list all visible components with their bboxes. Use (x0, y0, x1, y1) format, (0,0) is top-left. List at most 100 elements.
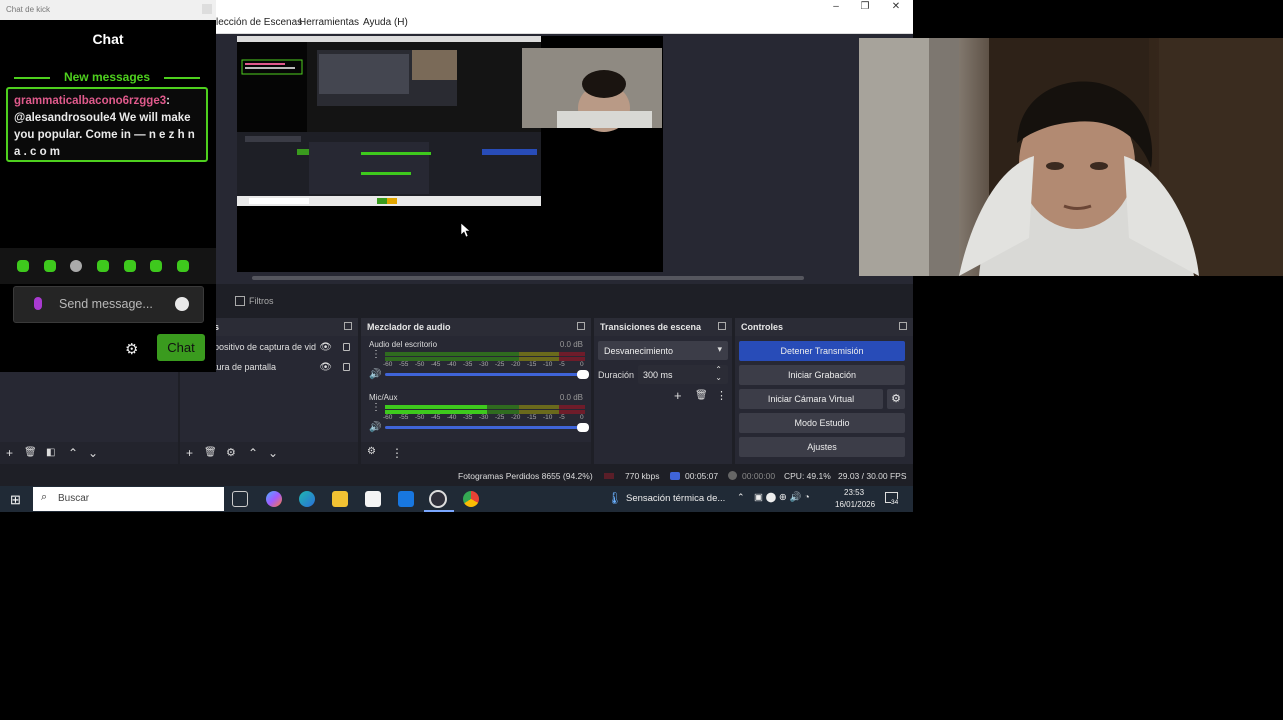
speaker-icon[interactable]: 🔊 (369, 422, 381, 433)
dock-float-icon[interactable] (899, 322, 907, 330)
weather-text[interactable]: Sensación térmica de... (626, 493, 725, 504)
preview-capture (237, 36, 662, 238)
studio-mode-button[interactable]: Modo Estudio (739, 413, 905, 433)
emote-icon[interactable] (150, 260, 162, 272)
move-down-icon[interactable]: ⌄ (88, 446, 98, 460)
dock-float-icon[interactable] (577, 322, 585, 330)
emoji-icon[interactable] (175, 297, 189, 311)
track-name: Audio del escritorio (369, 340, 438, 349)
clock-time[interactable]: 23:53 (844, 488, 864, 497)
remove-source-icon[interactable]: 🗑 (204, 447, 217, 458)
start-recording-button[interactable]: Iniciar Grabación (739, 365, 905, 385)
virtual-camera-gear-icon[interactable]: ⚙ (887, 389, 905, 409)
minimize-button[interactable]: – (822, 0, 850, 14)
emote-bar (0, 248, 216, 284)
add-scene-icon[interactable]: + (6, 446, 13, 460)
tick-label: -20 (511, 414, 521, 421)
menu-scene-collection[interactable]: lección de Escenas (216, 17, 302, 28)
filters-button[interactable]: Filtros (249, 296, 274, 306)
chevron-up-icon[interactable]: ⌃ (737, 492, 745, 503)
chat-settings-gear-icon[interactable]: ⚙ (125, 340, 138, 358)
edge-icon[interactable] (299, 491, 315, 507)
settings-button[interactable]: Ajustes (739, 437, 905, 457)
track-menu-icon[interactable]: ⋮ (371, 349, 381, 360)
move-up-icon[interactable]: ⌃ (248, 446, 258, 460)
move-down-icon[interactable]: ⌄ (268, 446, 278, 460)
track-menu-icon[interactable]: ⋮ (371, 402, 381, 413)
tick-label: 0 (580, 414, 584, 421)
tick-label: -20 (511, 361, 521, 368)
eye-icon[interactable]: 👁 (319, 362, 332, 373)
tick-label: -45 (431, 361, 441, 368)
duration-spinbox[interactable]: 300 ms ⌃ ⌄ (638, 365, 728, 384)
clock-date[interactable]: 16/01/2026 (835, 500, 875, 509)
copilot-icon[interactable] (266, 491, 282, 507)
message-username[interactable]: grammaticalbacono6rzgge3 (14, 95, 166, 107)
volume-slider[interactable] (385, 370, 589, 379)
tick-label: -50 (415, 414, 425, 421)
transition-menu-icon[interactable]: ⋮ (716, 389, 727, 402)
close-button[interactable]: ✕ (882, 0, 910, 14)
chrome-icon[interactable] (463, 491, 479, 507)
add-source-icon[interactable]: + (186, 446, 193, 460)
stop-streaming-button[interactable]: Detener Transmisión (739, 341, 905, 361)
transition-select[interactable]: Desvanecimiento ▾ (598, 341, 728, 360)
microphone-icon[interactable] (34, 297, 42, 310)
emote-icon[interactable] (44, 260, 56, 272)
active-app-indicator (424, 510, 454, 512)
remove-transition-icon[interactable]: 🗑 (695, 390, 708, 401)
store-icon[interactable] (365, 491, 381, 507)
move-up-icon[interactable]: ⌃ (68, 446, 78, 460)
add-transition-icon[interactable]: + (674, 388, 682, 403)
tick-label: -35 (463, 414, 473, 421)
lock-icon[interactable] (343, 343, 350, 351)
stream-preview[interactable] (237, 36, 663, 272)
restore-button[interactable]: ❐ (851, 0, 879, 14)
spin-down-icon[interactable]: ⌄ (715, 373, 722, 382)
preview-scrollbar[interactable] (252, 276, 804, 280)
emote-icon[interactable] (177, 260, 189, 272)
file-explorer-icon[interactable] (332, 491, 348, 507)
chat-input[interactable]: Send message... (13, 286, 204, 323)
new-messages-divider[interactable]: New messages (14, 70, 200, 86)
taskbar-search[interactable]: ⌕ Buscar (33, 487, 224, 511)
tick-label: -55 (399, 414, 409, 421)
task-view-icon[interactable] (232, 491, 248, 507)
slider-handle[interactable] (577, 370, 589, 379)
emote-icon[interactable] (124, 260, 136, 272)
filter-icon (235, 296, 245, 306)
dock-float-icon[interactable] (718, 322, 726, 330)
volume-slider[interactable] (385, 423, 589, 432)
obs-taskbar-icon[interactable] (429, 490, 447, 508)
menu-tools[interactable]: Herramientas (299, 17, 359, 28)
emote-icon[interactable] (97, 260, 109, 272)
mixer-menu-icon[interactable]: ⋮ (391, 446, 403, 460)
eye-icon[interactable]: 👁 (319, 342, 332, 353)
emote-icon[interactable] (17, 260, 29, 272)
advanced-audio-gear-icon[interactable]: ⚙ (367, 446, 376, 457)
recording-time: 00:00:00 (742, 471, 776, 481)
emote-icon[interactable] (70, 260, 82, 272)
source-properties-gear-icon[interactable]: ⚙ (226, 446, 236, 459)
chat-window-title: Chat de kick (6, 5, 51, 14)
slider-handle[interactable] (577, 423, 589, 432)
tick-label: -45 (431, 414, 441, 421)
record-icon (728, 471, 737, 480)
dock-float-icon[interactable] (344, 322, 352, 330)
start-virtual-camera-button[interactable]: Iniciar Cámara Virtual (739, 389, 883, 409)
outlook-icon[interactable] (398, 491, 414, 507)
controls-dock: Controles Detener Transmisión Iniciar Gr… (735, 318, 913, 464)
transition-select-value: Desvanecimiento (604, 346, 674, 356)
remove-scene-icon[interactable]: 🗑 (24, 447, 37, 458)
menu-help[interactable]: Ayuda (H) (363, 17, 408, 28)
tick-label: -30 (479, 414, 489, 421)
chat-window-button[interactable] (202, 4, 212, 14)
chat-send-button[interactable]: Chat (157, 334, 205, 361)
scene-filter-icon[interactable]: ◧ (46, 447, 55, 458)
windows-start-icon[interactable]: ⊞ (10, 492, 21, 508)
lock-icon[interactable] (343, 363, 350, 371)
tray-icons[interactable]: ▣ ⬤ ⊕ 🔊 ◔ (754, 492, 810, 503)
tick-label: -25 (495, 361, 505, 368)
source-name: positivo de captura de vid (214, 342, 317, 352)
speaker-icon[interactable]: 🔊 (369, 369, 381, 380)
